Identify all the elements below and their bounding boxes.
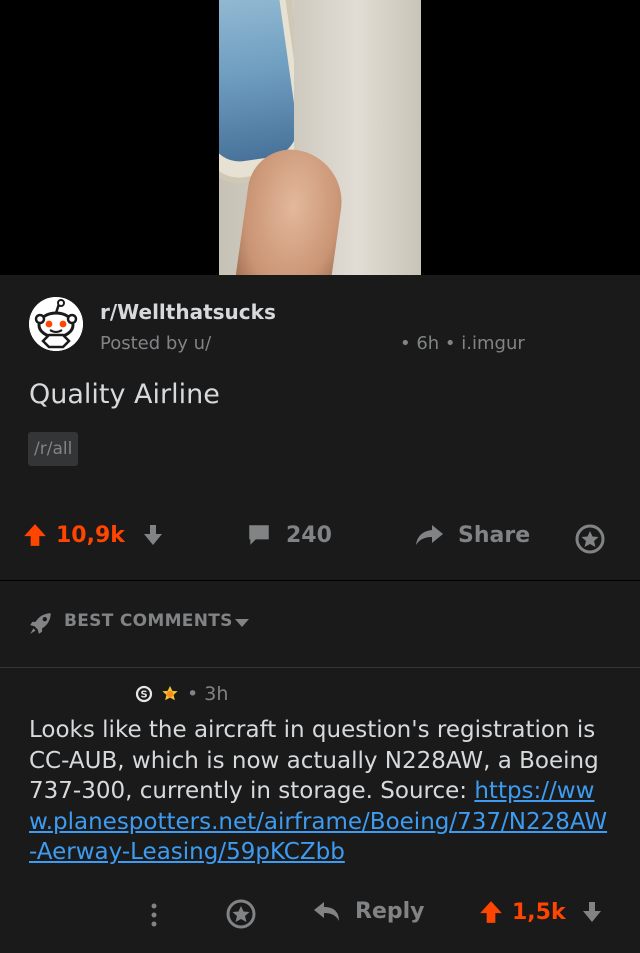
post-actions: 10,9k 240 Share	[0, 510, 640, 566]
post-flair: /r/all	[28, 432, 79, 466]
posted-by[interactable]: Posted by u/	[100, 333, 211, 354]
post-meta: • 6h • i.imgur	[400, 333, 525, 354]
reply-arrow-icon	[314, 901, 339, 921]
gold-award-icon	[162, 685, 178, 701]
more-options-icon[interactable]	[147, 901, 161, 929]
sort-label[interactable]: BEST COMMENTS	[64, 611, 233, 631]
comment-count: 240	[286, 522, 332, 548]
award-icon	[575, 524, 605, 554]
downvote-arrow-icon[interactable]	[141, 522, 165, 548]
post-media[interactable]	[0, 0, 640, 275]
subreddit-avatar[interactable]	[29, 297, 83, 351]
post-score: 10,9k	[56, 522, 125, 548]
post-image[interactable]	[219, 0, 421, 275]
comment-downvote-icon[interactable]	[580, 899, 604, 925]
post-title[interactable]: Quality Airline	[29, 379, 220, 410]
chevron-down-icon[interactable]	[234, 617, 250, 629]
share-label: Share	[458, 522, 531, 548]
comment-age: • 3h	[187, 683, 229, 705]
share-button[interactable]: Share	[414, 522, 530, 548]
comment-award-icon[interactable]	[226, 899, 256, 929]
comment-meta: S • 3h	[135, 683, 228, 705]
reply-button[interactable]: Reply	[313, 899, 425, 924]
comment-upvote-icon[interactable]	[478, 899, 504, 925]
comment-body: Looks like the aircraft in question's re…	[29, 715, 609, 868]
silver-award-icon: S	[135, 685, 153, 703]
comment-vote-group: 1,5k	[478, 899, 604, 925]
comment-bubble-icon	[249, 525, 269, 545]
rocket-icon	[30, 613, 51, 634]
comments-button[interactable]: 240	[246, 522, 332, 548]
vote-group: 10,9k	[22, 522, 165, 548]
subreddit-name[interactable]: r/Wellthatsucks	[100, 300, 276, 324]
comment-actions: Reply 1,5k	[0, 893, 640, 935]
upvote-arrow-icon[interactable]	[22, 522, 48, 548]
award-button[interactable]	[575, 524, 605, 554]
share-arrow-icon	[416, 525, 443, 545]
reply-label: Reply	[355, 899, 425, 924]
snoo-icon	[29, 297, 83, 351]
svg-text:S: S	[140, 690, 147, 701]
comment-score: 1,5k	[512, 899, 566, 925]
